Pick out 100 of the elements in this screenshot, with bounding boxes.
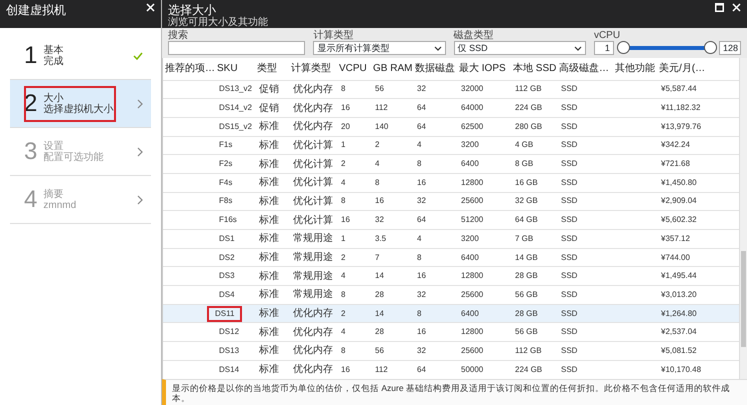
column-header[interactable]: GB RAM [371, 58, 413, 80]
step-title: 摘要 [43, 188, 64, 200]
table-cell: 14 [371, 304, 413, 323]
table-cell: 56 GB [511, 322, 557, 342]
table-cell: 56 [371, 342, 413, 360]
table-cell: 4 [371, 154, 413, 174]
step-number: 4 [24, 188, 38, 212]
table-cell: 6400 [457, 248, 511, 267]
table-cell: 3200 [457, 230, 511, 248]
column-header[interactable]: VCPU [337, 58, 371, 80]
table-cell: 标准 [255, 192, 289, 211]
table-cell: 优化计算 [289, 192, 337, 211]
column-header[interactable]: SKU [215, 58, 255, 80]
table-cell: SSD [557, 248, 613, 267]
table-cell: SSD [557, 117, 613, 136]
column-header[interactable]: 高级磁盘… [557, 58, 613, 80]
step-title: 基本 [43, 44, 64, 56]
table-cell: 16 [337, 210, 371, 230]
table-cell: 优化内存 [289, 80, 337, 99]
table-cell: 28 [371, 322, 413, 342]
table-cell: 8 [413, 248, 457, 267]
maximize-icon[interactable] [715, 3, 724, 12]
column-header[interactable]: 类型 [255, 58, 289, 80]
step-subtitle: 配置可选功能 [43, 152, 104, 162]
chevron-icon [137, 194, 143, 204]
table-cell: 标准 [255, 154, 289, 174]
info-note: 显示的价格是以你的当地货币为单位的估价，仅包括 Azure 基础结构费用及适用于该订阅和位置的任何折扣。此价格不包含任何适用的软件成本。 [162, 379, 747, 405]
table-cell: 14 GB [511, 248, 557, 267]
table-cell: 8 [337, 80, 371, 99]
filter-label: vCPU [594, 30, 622, 41]
table-cell: 标准 [255, 230, 289, 248]
table-cell: 标准 [255, 210, 289, 230]
table-cell: 2 [371, 136, 413, 155]
table-cell: SSD [557, 230, 613, 248]
step-subtitle: 完成 [43, 56, 64, 66]
table-cell: DS11 [207, 306, 242, 322]
table-cell: 4 [337, 266, 371, 286]
table-cell: SSD [557, 154, 613, 174]
table-cell: 常规用途 [289, 266, 337, 286]
table-cell: 4 GB [511, 136, 557, 155]
step-number: 2 [24, 92, 38, 116]
table-cell: 51200 [457, 210, 511, 230]
table-cell: 20 [337, 117, 371, 136]
table-cell: SSD [557, 80, 613, 99]
disk-type-dropdown[interactable]: 仅 SSD [454, 41, 586, 55]
vcpu-max-field[interactable]: 128 [718, 41, 741, 55]
chevron-icon [137, 146, 143, 156]
table-cell: 优化内存 [289, 98, 337, 118]
table-cell: 7 GB [511, 230, 557, 248]
table-cell: 优化内存 [289, 322, 337, 342]
table-cell: 促销 [255, 98, 289, 118]
table-cell: 8 [337, 192, 371, 211]
table-cell: F16s [215, 210, 255, 230]
slider-handle[interactable] [616, 41, 630, 54]
table-cell: 16 GB [511, 173, 557, 192]
table-cell: 16 [413, 322, 457, 342]
table-cell: F8s [215, 192, 255, 211]
close-icon[interactable] [146, 3, 155, 12]
scrollbar[interactable] [739, 58, 747, 379]
table-cell: 4 [337, 173, 371, 192]
table-cell: 8 GB [511, 154, 557, 174]
table-cell: 112 [371, 98, 413, 118]
table-cell: DS14_v2 [215, 98, 255, 118]
table-cell: 12800 [457, 266, 511, 286]
vcpu-range-slider[interactable] [616, 41, 717, 55]
table-cell: 促销 [255, 80, 289, 99]
column-header[interactable]: 美元/月(… [657, 58, 739, 80]
table-cell: 64 GB [511, 210, 557, 230]
column-header[interactable]: 计算类型 [289, 58, 337, 80]
table-cell: DS3 [215, 266, 255, 286]
column-header[interactable]: 最大 IOPS [457, 58, 511, 80]
filter-label: 搜索 [168, 30, 189, 41]
step-number: 3 [24, 140, 38, 164]
table-cell: 标准 [255, 266, 289, 286]
slider-handle[interactable] [704, 41, 717, 54]
table-cell: 16 [413, 266, 457, 286]
vcpu-min-field[interactable]: 1 [594, 41, 614, 55]
close-icon[interactable] [732, 3, 741, 12]
table-cell: 32 [413, 342, 457, 360]
compute-type-dropdown[interactable]: 显示所有计算类型 [313, 41, 446, 55]
table-cell: 常规用途 [289, 248, 337, 267]
table-cell: 标准 [255, 248, 289, 267]
table-cell: 8 [413, 304, 457, 323]
search-field[interactable] [168, 41, 306, 55]
table-cell: 64 [413, 210, 457, 230]
table-cell: SSD [557, 266, 613, 286]
column-header[interactable]: 数据磁盘 [413, 58, 457, 80]
table-cell: 优化计算 [289, 173, 337, 192]
column-header[interactable]: 其他功能 [613, 58, 657, 80]
blade-title: 创建虚拟机 [6, 3, 66, 17]
table-cell: 16 [371, 192, 413, 211]
table-cell: 标准 [255, 173, 289, 192]
column-header[interactable]: 推荐的项… [163, 58, 215, 80]
table-cell: 25600 [457, 342, 511, 360]
table-cell: 标准 [255, 342, 289, 360]
table-cell: 1 [337, 136, 371, 155]
filter-label: 计算类型 [313, 30, 354, 41]
table-cell: 32 GB [511, 192, 557, 211]
column-header[interactable]: 本地 SSD [511, 58, 557, 80]
table-cell: 64 [413, 117, 457, 136]
